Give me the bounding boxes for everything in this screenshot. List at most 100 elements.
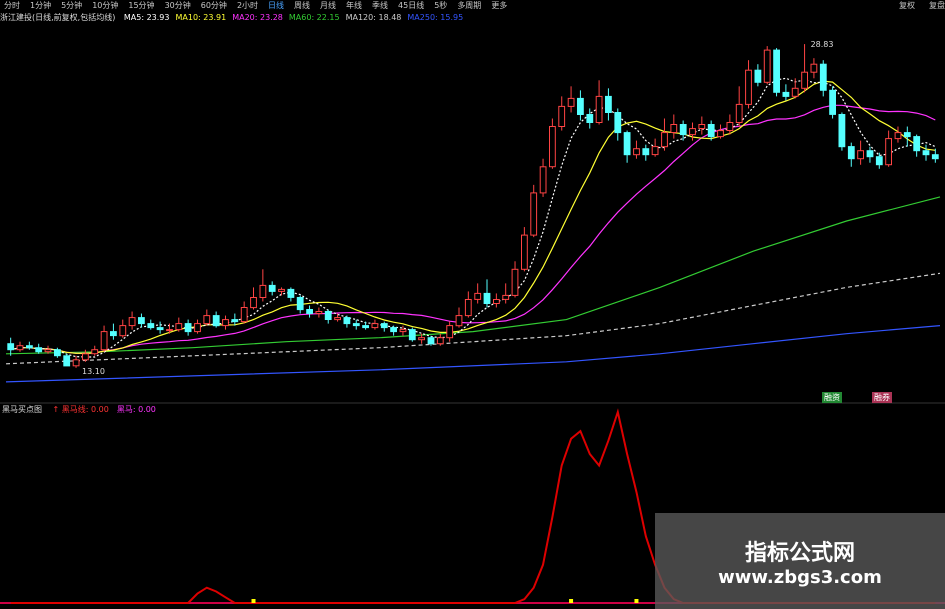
period-tab[interactable]: 周线 [294, 0, 310, 11]
period-tab[interactable]: 5分钟 [61, 0, 82, 11]
watermark-url: www.zbgs3.com [718, 567, 882, 588]
watermark: 指标公式网 www.zbgs3.com [655, 513, 945, 609]
ma-legend-item: MA60: 22.15 [288, 13, 340, 22]
period-tab[interactable]: 多周期 [457, 0, 481, 11]
period-tab[interactable]: 45日线 [398, 0, 424, 11]
period-tab[interactable]: 季线 [372, 0, 388, 11]
margin-sell-button[interactable]: 融券 [872, 392, 892, 403]
up-candle [717, 130, 724, 138]
up-candle [502, 294, 510, 300]
up-candle [259, 284, 267, 298]
down-candle [268, 284, 276, 292]
down-candle [156, 327, 164, 331]
ma5-line [10, 77, 936, 358]
down-candle [875, 156, 883, 166]
down-candle [184, 323, 192, 333]
period-tab[interactable]: 1分钟 [30, 0, 51, 11]
indicator-legend-item: ↑ 黑马线: 0.00 [52, 405, 109, 414]
down-candle [913, 136, 921, 152]
period-tab[interactable]: 15分钟 [128, 0, 154, 11]
up-candle [791, 87, 799, 97]
down-candle [707, 124, 715, 138]
down-candle [296, 297, 304, 311]
ma-legend-item: MA5: 23.93 [123, 13, 170, 22]
period-tab[interactable]: 更多 [491, 0, 507, 11]
period-tab[interactable]: 5秒 [434, 0, 447, 11]
toolbar-right-button[interactable]: 复盘 [929, 1, 945, 10]
up-candle [175, 323, 183, 331]
down-candle [838, 114, 846, 148]
down-candle [577, 97, 584, 116]
ma-legend-item: MA250: 15.95 [407, 13, 464, 22]
down-candle [306, 309, 314, 314]
down-candle [324, 311, 332, 320]
down-candle [427, 337, 435, 345]
down-candle [7, 343, 15, 351]
up-candle [166, 329, 173, 332]
down-candle [63, 355, 71, 367]
up-candle [745, 69, 752, 105]
up-candle [530, 192, 538, 236]
down-candle [362, 325, 370, 329]
up-candle [810, 63, 818, 73]
up-candle [726, 122, 734, 131]
ma-items: MA5: 23.93 MA10: 23.91 MA20: 23.28 MA60: 22… [124, 13, 469, 22]
period-tab[interactable]: 2小时 [237, 0, 258, 11]
up-candle [801, 71, 809, 89]
up-candle [511, 268, 519, 296]
up-candle [446, 325, 454, 339]
down-candle [54, 349, 61, 357]
down-candle [408, 329, 416, 341]
up-candle [16, 345, 24, 351]
up-candle [651, 146, 659, 156]
up-candle [399, 329, 407, 333]
down-candle [754, 69, 762, 83]
up-candle [493, 299, 500, 304]
toolbar-right-button[interactable]: 复权 [899, 1, 915, 10]
ma-legend-item: MA10: 23.91 [175, 13, 227, 22]
period-tab[interactable]: 月线 [320, 0, 336, 11]
down-candle [866, 150, 874, 158]
down-candle [147, 323, 155, 329]
indicator-items: ↑ 黑马线: 0.00 黑马: 0.00 [53, 405, 164, 414]
price-pane [5, 44, 941, 383]
up-candle [315, 311, 323, 314]
down-candle [35, 347, 43, 353]
period-tab[interactable]: 10分钟 [92, 0, 118, 11]
down-candle [922, 150, 930, 156]
up-candle [334, 317, 342, 321]
period-tab[interactable]: 年线 [346, 0, 362, 11]
period-tab[interactable]: 分时 [4, 0, 20, 11]
indicator-name: 黑马买点图 [2, 405, 42, 414]
down-candle [26, 345, 33, 349]
signal-marker [569, 599, 574, 603]
watermark-title: 指标公式网 [744, 541, 855, 566]
up-candle [567, 97, 575, 107]
up-candle [670, 124, 678, 133]
up-candle [633, 148, 640, 156]
ma60-line [5, 196, 941, 355]
down-candle [586, 114, 594, 123]
up-candle [119, 325, 127, 337]
up-candle [100, 331, 108, 351]
down-candle [605, 95, 612, 114]
period-tab[interactable]: 日线 [268, 0, 284, 11]
down-candle [782, 91, 790, 97]
period-tab[interactable]: 60分钟 [201, 0, 227, 11]
ma250-line [5, 325, 941, 383]
period-tab[interactable]: 30分钟 [165, 0, 191, 11]
up-candle [885, 138, 893, 166]
down-candle [679, 124, 687, 136]
down-candle [138, 317, 145, 325]
margin-buy-button[interactable]: 融资 [822, 392, 842, 403]
up-candle [464, 299, 472, 317]
up-candle [549, 126, 556, 168]
up-candle [44, 349, 52, 353]
up-candle [521, 234, 528, 270]
up-candle [539, 166, 547, 194]
up-candle [82, 353, 89, 361]
up-candle [894, 132, 902, 140]
up-candle [371, 323, 379, 329]
period-tabs: 分时 1分钟 5分钟 10分钟 15分钟 30分钟 60分钟 2小时 日线 周线 月线 年线 季线 45日… [0, 1, 513, 10]
up-candle [128, 317, 136, 327]
